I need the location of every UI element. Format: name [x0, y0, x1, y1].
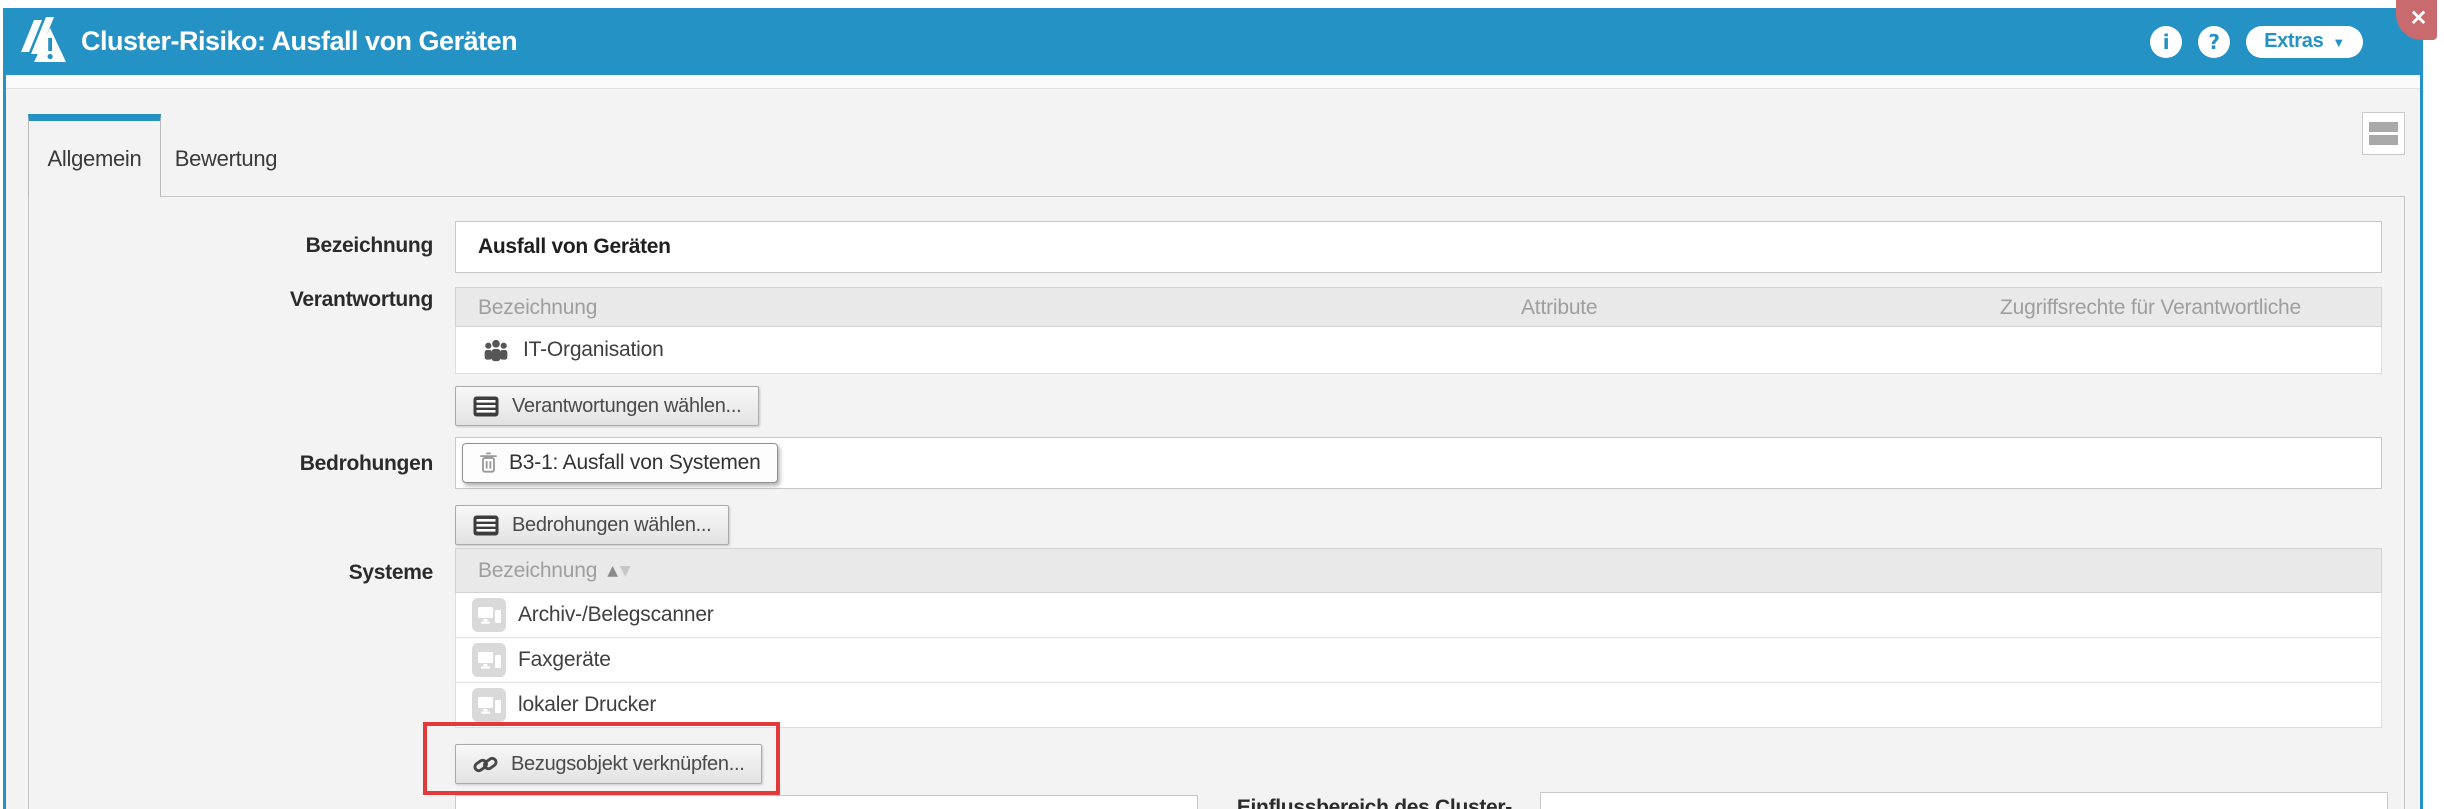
einflussbereich-label: Einflussbereich des Cluster-: [1236, 796, 1512, 809]
trash-icon[interactable]: [479, 452, 498, 474]
systeme-table-header[interactable]: Bezeichnung ▲ ▼: [455, 548, 2382, 593]
bedrohungen-label: Bedrohungen: [299, 452, 434, 475]
systeme-row[interactable]: lokaler Drucker: [455, 683, 2382, 728]
verantwortung-row[interactable]: IT-Organisation: [455, 327, 2382, 374]
column-zugriffsrechte: Zugriffsrechte für Verantwortliche: [2000, 296, 2301, 319]
tab-bewertung[interactable]: Bewertung: [161, 121, 291, 197]
list-view-toggle-button[interactable]: [2362, 112, 2405, 155]
window-titlebar: Cluster-Risiko: Ausfall von Geräten i ? …: [3, 8, 2423, 75]
app-window: Cluster-Risiko: Ausfall von Geräten i ? …: [0, 0, 2444, 809]
verantwortungen-waehlen-button[interactable]: Verantwortungen wählen...: [455, 386, 760, 426]
bezeichnung-label: Bezeichnung: [305, 234, 434, 257]
system-icon: [472, 688, 506, 722]
content-top-strip: [6, 75, 2420, 89]
button-label: Bedrohungen wählen...: [512, 513, 712, 536]
column-bezeichnung: Bezeichnung: [478, 296, 598, 319]
systeme-row[interactable]: Faxgeräte: [455, 638, 2382, 683]
bedrohung-chip-label: B3-1: Ausfall von Systemen: [509, 451, 761, 474]
einflussbereich-input[interactable]: [1540, 792, 2388, 809]
extras-button[interactable]: Extras ▼: [2246, 25, 2363, 58]
bedrohungen-field[interactable]: B3-1: Ausfall von Systemen: [455, 437, 2382, 489]
bottom-left-field[interactable]: [455, 795, 1198, 809]
cluster-risk-icon: [19, 14, 67, 72]
group-icon: [481, 338, 511, 363]
verantwortung-table-header: Bezeichnung Attribute Zugriffsrechte für…: [455, 287, 2382, 327]
info-button[interactable]: i: [2150, 25, 2183, 58]
list-icon: [473, 396, 499, 417]
extras-label: Extras: [2264, 30, 2324, 52]
page-title: Cluster-Risiko: Ausfall von Geräten: [81, 26, 518, 56]
systeme-row-label: Faxgeräte: [518, 648, 611, 671]
verantwortung-row-label: IT-Organisation: [523, 338, 664, 361]
sort-desc-icon[interactable]: ▼: [620, 563, 631, 579]
list-icon: [473, 515, 499, 536]
tab-allgemein[interactable]: Allgemein: [28, 114, 161, 197]
list-view-icon: [2369, 122, 2398, 132]
help-button[interactable]: ?: [2198, 25, 2231, 58]
button-label: Verantwortungen wählen...: [512, 394, 742, 417]
column-bezeichnung-sortable[interactable]: Bezeichnung: [478, 559, 597, 583]
sort-asc-icon[interactable]: ▲: [607, 563, 618, 579]
verantwortung-label: Verantwortung: [289, 288, 433, 311]
systeme-row[interactable]: Archiv-/Belegscanner: [455, 593, 2382, 638]
bedrohung-chip[interactable]: B3-1: Ausfall von Systemen: [462, 443, 778, 483]
close-icon: ✕: [2409, 6, 2428, 30]
help-icon: ?: [2208, 29, 2220, 54]
chevron-down-icon: ▼: [2332, 35, 2345, 50]
window-frame-right: [2420, 75, 2423, 809]
system-icon: [472, 643, 506, 677]
systeme-label: Systeme: [348, 561, 434, 584]
link-icon: [473, 754, 498, 775]
bezeichnung-value: Ausfall von Geräten: [478, 235, 671, 258]
bedrohungen-waehlen-button[interactable]: Bedrohungen wählen...: [455, 505, 730, 545]
bezugsobjekt-verknuepfen-button[interactable]: Bezugsobjekt verknüpfen...: [455, 744, 763, 784]
button-label: Bezugsobjekt verknüpfen...: [511, 752, 745, 775]
bezeichnung-input[interactable]: Ausfall von Geräten: [455, 221, 2382, 273]
systeme-row-label: Archiv-/Belegscanner: [518, 603, 714, 626]
system-icon: [472, 598, 506, 632]
column-attribute: Attribute: [1521, 296, 1598, 319]
info-icon: i: [2162, 29, 2170, 54]
systeme-row-label: lokaler Drucker: [518, 693, 657, 716]
